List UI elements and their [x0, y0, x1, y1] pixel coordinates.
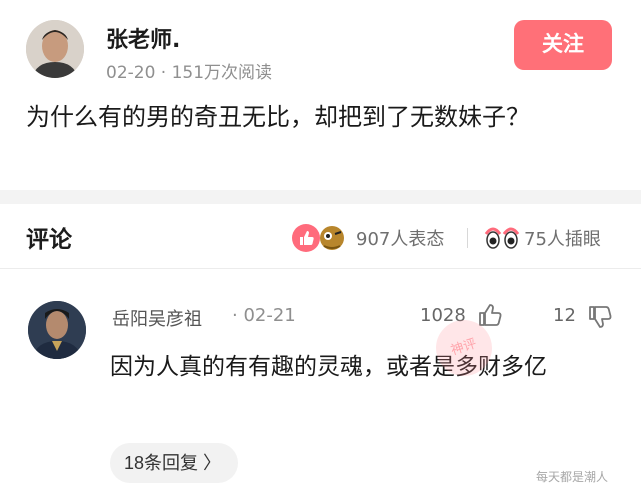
- author-avatar[interactable]: [26, 20, 84, 78]
- commenter-avatar[interactable]: [28, 301, 86, 359]
- commenter-name[interactable]: 岳阳吴彦祖: [112, 305, 202, 331]
- author-name[interactable]: 张老师.: [106, 22, 180, 54]
- question-title: 为什么有的男的奇丑无比，却把到了无数妹子？: [26, 103, 530, 131]
- comment-item: 岳阳吴彦祖 · 02-21 1028 12 因为人真的有有趣的灵魂，或者是多财多…: [0, 269, 641, 493]
- eyes-icon[interactable]: [484, 224, 520, 252]
- comments-header: 评论 907人表态 75人插眼: [0, 204, 641, 268]
- follow-button[interactable]: 关注: [514, 20, 612, 70]
- watermark: 每天都是潮人: [536, 470, 609, 484]
- reaction-count[interactable]: 907人表态: [356, 225, 444, 251]
- watch-count[interactable]: 75人插眼: [524, 225, 601, 251]
- comments-title: 评论: [26, 227, 72, 253]
- header-divider: [467, 228, 468, 248]
- view-replies-button[interactable]: 18条回复 〉: [110, 443, 238, 483]
- post-card: 张老师. 02-20 · 151万次阅读 关注 为什么有的男的奇丑无比，却把到了…: [0, 0, 641, 190]
- post-meta: 02-20 · 151万次阅读: [106, 63, 273, 83]
- owl-reaction-icon[interactable]: [316, 220, 348, 252]
- section-separator: [0, 190, 641, 204]
- dislike-count: 12: [553, 305, 576, 326]
- thumbs-down-icon[interactable]: [586, 303, 614, 331]
- comment-date: · 02-21: [232, 305, 296, 326]
- comment-text: 因为人真的有有趣的灵魂，或者是多财多亿: [110, 354, 547, 380]
